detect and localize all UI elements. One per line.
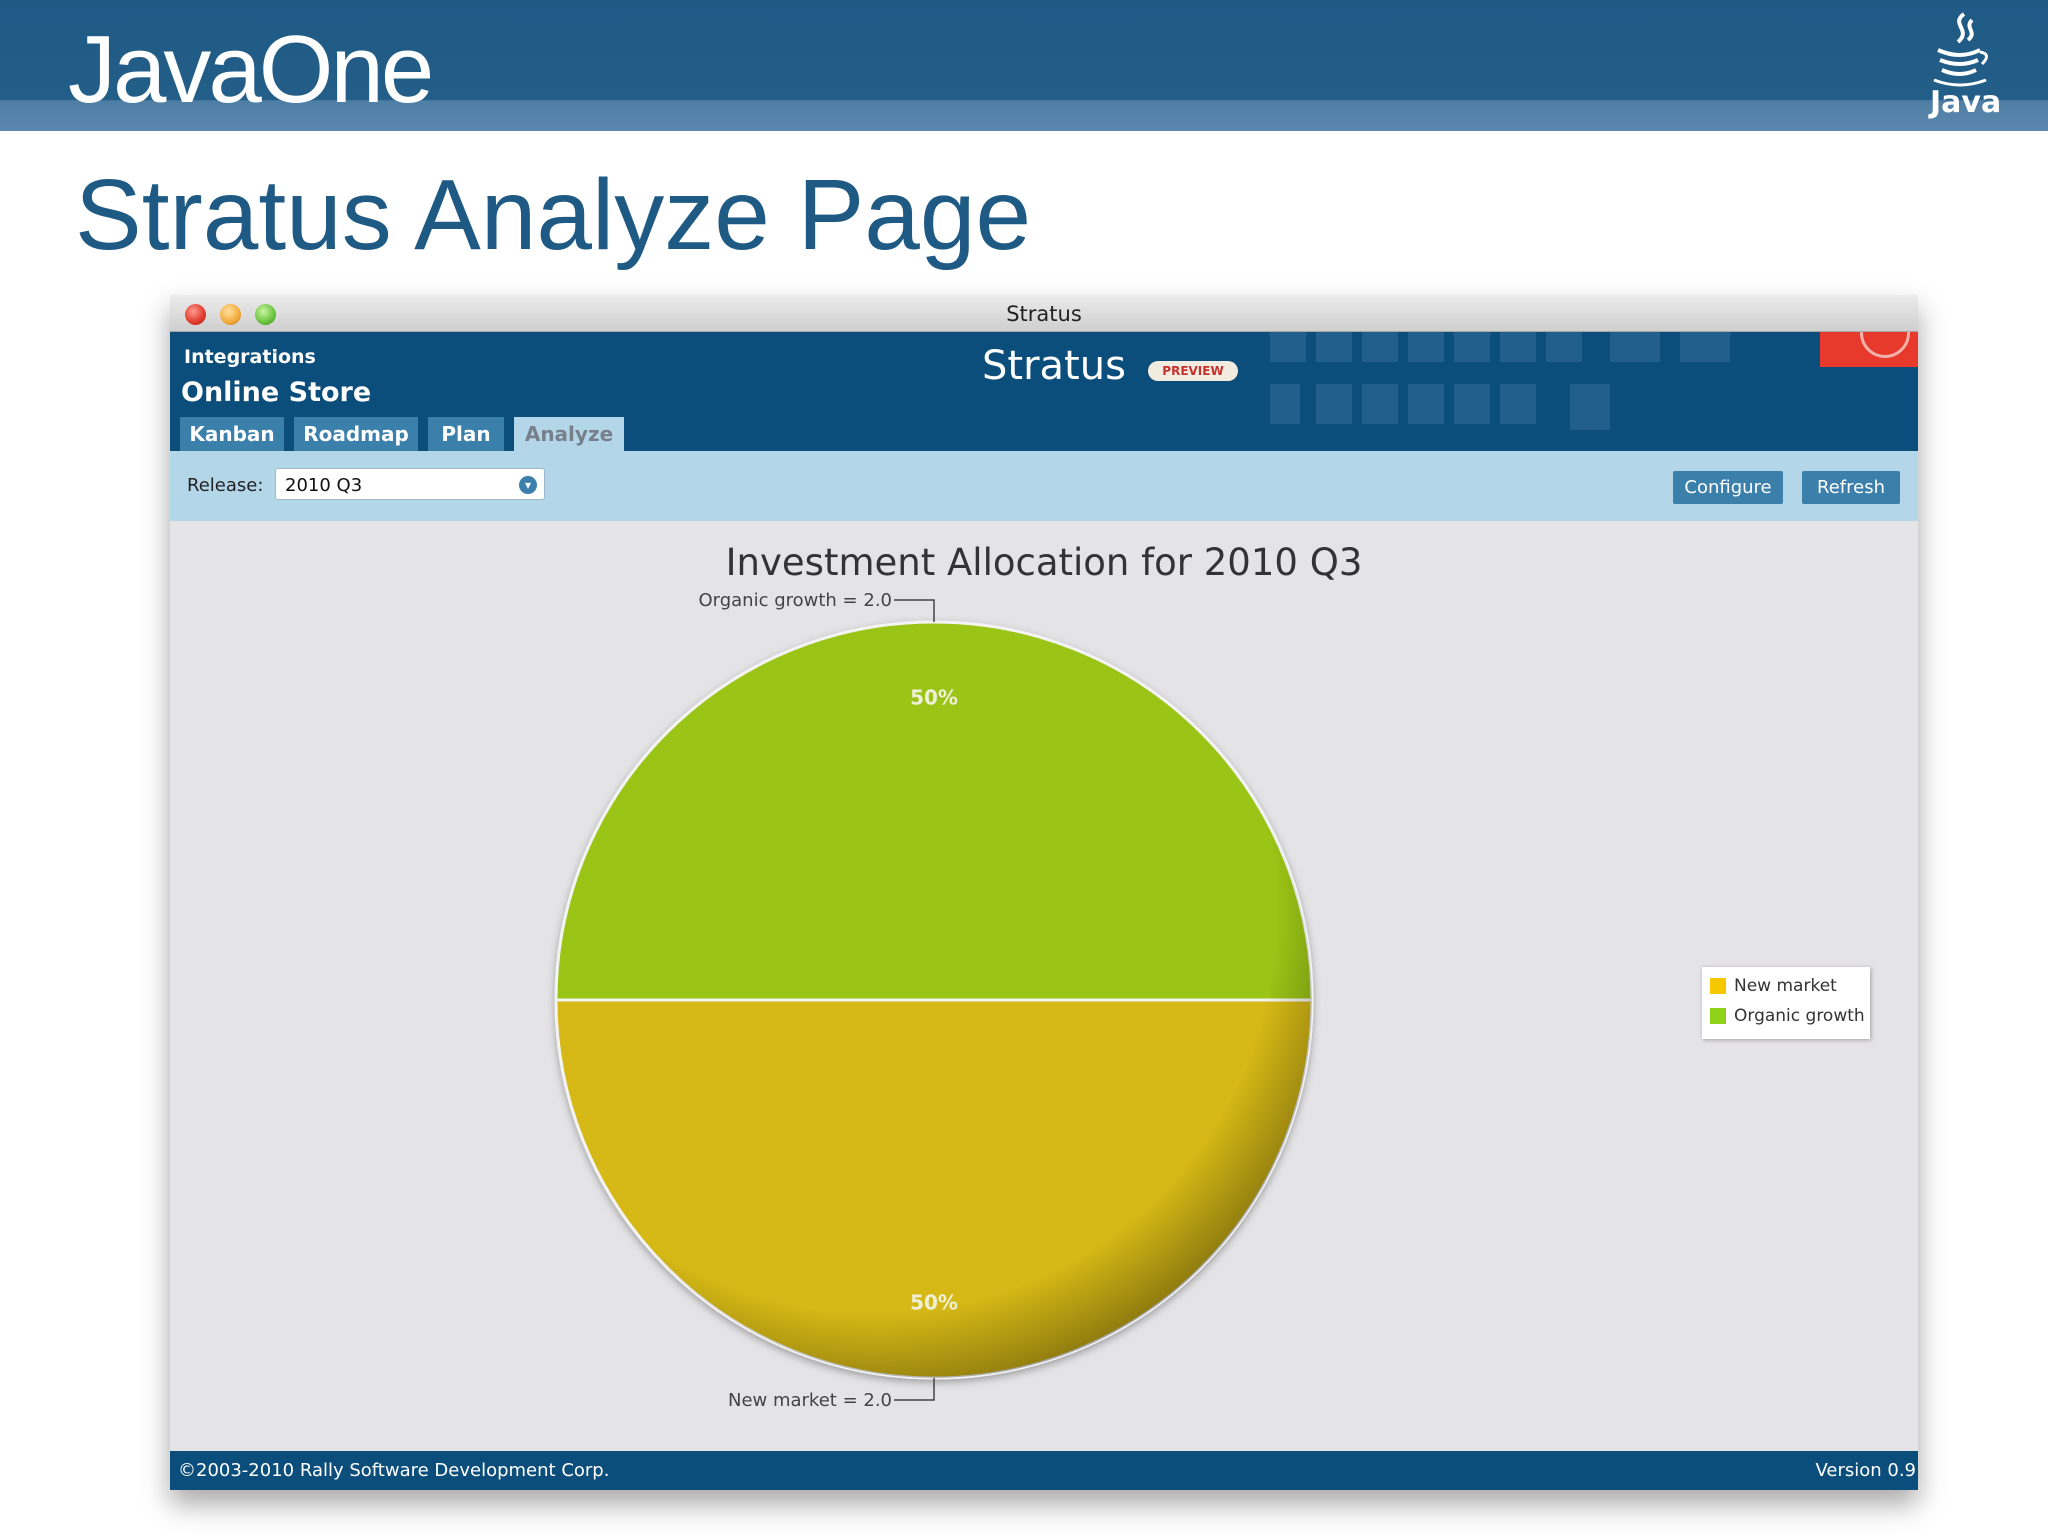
slice-percent-label: 50% xyxy=(910,686,958,710)
legend-swatch xyxy=(1710,1008,1726,1024)
preview-badge: PREVIEW xyxy=(1148,361,1238,381)
configure-button[interactable]: Configure xyxy=(1673,471,1783,504)
legend-item-organic-growth: Organic growth xyxy=(1710,1005,1865,1027)
release-value: 2010 Q3 xyxy=(285,475,363,496)
chevron-down-icon[interactable]: ▾ xyxy=(519,476,537,494)
slice-value-label: Organic growth = 2.0 xyxy=(698,590,892,611)
window-titlebar[interactable]: Stratus xyxy=(170,295,1918,332)
refresh-button[interactable]: Refresh xyxy=(1802,471,1900,504)
slice-leader-line xyxy=(894,1378,935,1401)
tab-analyze[interactable]: Analyze xyxy=(514,417,624,451)
legend-item-new-market: New market xyxy=(1710,975,1837,997)
java-logo-text: Java xyxy=(1930,85,2002,120)
copyright-text: ©2003-2010 Rally Software Development Co… xyxy=(178,1460,610,1481)
release-select[interactable]: 2010 Q3 ▾ xyxy=(275,468,545,500)
release-label: Release: xyxy=(187,475,264,496)
chart-legend: New market Organic growth xyxy=(1702,967,1870,1039)
chart-area: 50% Organic growth = 2.0 50% New market = 2… xyxy=(170,521,1918,1451)
pie-slice-new-market[interactable] xyxy=(554,998,1314,1380)
brand-decoration xyxy=(1820,332,1918,367)
slice-leader-line xyxy=(894,599,935,622)
app-title: Stratus xyxy=(982,343,1126,389)
pie-slice-organic-growth[interactable] xyxy=(554,620,1314,1002)
window-title: Stratus xyxy=(1006,302,1082,326)
app-header: Integrations Online Store Stratus PREVIE… xyxy=(170,332,1918,451)
javaone-logo: JavaOne xyxy=(68,16,434,123)
slide-banner: JavaOne Java xyxy=(0,0,2048,131)
version-text: Version 0.9 xyxy=(1815,1460,1916,1481)
legend-label: Organic growth xyxy=(1734,1006,1865,1026)
pie-chart: 50% Organic growth = 2.0 50% New market = 2… xyxy=(554,590,1314,1411)
breadcrumb[interactable]: Integrations xyxy=(184,346,316,368)
toolbar: Release: 2010 Q3 ▾ Configure Refresh xyxy=(170,451,1918,521)
tab-roadmap[interactable]: Roadmap xyxy=(294,417,418,451)
slice-percent-label: 50% xyxy=(910,1290,958,1314)
slide-title: Stratus Analyze Page xyxy=(75,159,1032,271)
tab-plan[interactable]: Plan xyxy=(428,417,504,451)
legend-swatch xyxy=(1710,978,1726,994)
tab-kanban[interactable]: Kanban xyxy=(180,417,284,451)
legend-label: New market xyxy=(1734,976,1837,996)
project-title: Online Store xyxy=(181,377,372,408)
app-window: Stratus Integrations Online Store Stratu… xyxy=(170,295,1918,1490)
slice-value-label: New market = 2.0 xyxy=(728,1390,892,1411)
chart-title: Investment Allocation for 2010 Q3 xyxy=(725,541,1363,584)
app-footer: ©2003-2010 Rally Software Development Co… xyxy=(170,1451,1918,1490)
